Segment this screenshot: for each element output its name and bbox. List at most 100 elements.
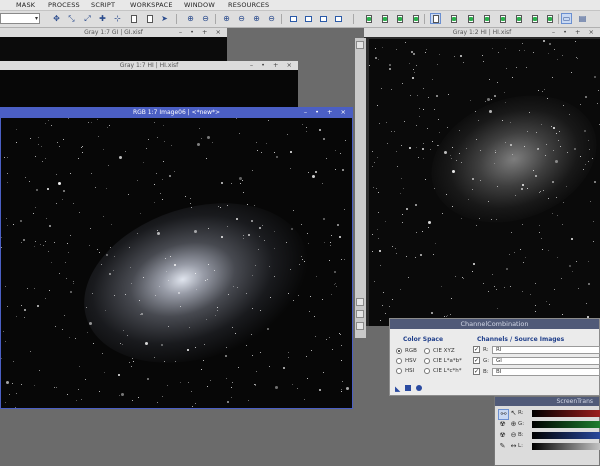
window-title-bar[interactable]: RGB 1:7 Image06 | <*new*> – • + × [1, 108, 352, 117]
readout-options-icon[interactable] [544, 13, 555, 24]
window-title-bar[interactable]: Gray 1:7 GI | GI.xisf – • + × [0, 28, 227, 37]
window-title-bar[interactable]: Gray 1:2 HI | HI.xisf – • + × [364, 28, 600, 37]
channel-combination-panel[interactable]: ChannelCombination Color Space Channels … [389, 318, 600, 396]
readout-icon[interactable] [529, 13, 540, 24]
zoom-half-icon[interactable]: ⊖ [236, 13, 247, 24]
star-dot [302, 259, 303, 260]
image-canvas[interactable] [369, 39, 600, 326]
channel-b-checkbox[interactable]: ✓ [473, 368, 480, 375]
star-dot [539, 192, 540, 193]
panel-title-bar[interactable]: ScreenTrans [495, 397, 599, 406]
preview-icon[interactable] [288, 13, 299, 24]
star-dot [387, 143, 388, 144]
mask-enable-icon[interactable] [379, 13, 390, 24]
image-window-hi-small[interactable]: Gray 1:7 HI | HI.xisf – • + × [0, 61, 298, 111]
mask-invert-icon[interactable] [394, 13, 405, 24]
zoom-icon[interactable]: ⊕ [509, 420, 518, 429]
save-icon[interactable]: ▤ [577, 13, 588, 24]
menu-workspace[interactable]: WORKSPACE [130, 1, 173, 9]
window-buttons[interactable]: – • + × [179, 28, 224, 37]
star-dot [293, 210, 294, 211]
mask-show-icon[interactable] [363, 13, 374, 24]
move-icon[interactable]: ⊹ [112, 13, 123, 24]
stf-slider-b[interactable] [532, 432, 600, 439]
new-image-icon[interactable] [128, 13, 139, 24]
menu-window[interactable]: WINDOW [184, 1, 215, 9]
menu-process[interactable]: PROCESS [48, 1, 80, 9]
pointer-icon[interactable]: ➤ [159, 13, 170, 24]
stf-slider-l[interactable] [532, 443, 600, 450]
stf-reset-icon[interactable] [481, 13, 492, 24]
duplicate-image-icon[interactable] [144, 13, 155, 24]
stf-icon[interactable] [430, 13, 441, 24]
star-dot [274, 152, 275, 153]
radio-hsv[interactable] [396, 358, 402, 364]
stf-invert-icon[interactable] [497, 13, 508, 24]
zoom-out-icon[interactable]: ⊖ [200, 13, 211, 24]
new-instance-icon[interactable]: ◣ [395, 385, 400, 393]
edit-icon[interactable]: ✎ [498, 442, 507, 451]
side-tool-button[interactable] [356, 322, 364, 330]
preview-new-icon[interactable] [318, 13, 329, 24]
source-image-r-field[interactable]: RI [492, 346, 600, 354]
window-title-bar[interactable]: Gray 1:7 HI | HI.xisf – • + × [0, 61, 298, 70]
mask-remove-icon[interactable] [410, 13, 421, 24]
side-tool-button[interactable] [356, 41, 364, 49]
star-dot [542, 91, 543, 92]
pointer-icon[interactable]: ↖ [509, 409, 518, 418]
pan-icon[interactable]: ✚ [97, 13, 108, 24]
window-buttons[interactable]: – • + × [250, 61, 295, 70]
auto-stretch-icon[interactable]: ☢ [498, 420, 507, 429]
zoom-out-icon[interactable]: ⊖ [509, 431, 518, 440]
radio-cie-xyz[interactable] [424, 348, 430, 354]
star-dot [524, 50, 525, 51]
preview-delete-icon[interactable] [333, 13, 344, 24]
menu-script[interactable]: SCRIPT [91, 1, 115, 9]
image-window-hi-right[interactable]: Gray 1:2 HI | HI.xisf – • + × [364, 28, 600, 326]
channel-g-checkbox[interactable]: ✓ [473, 357, 480, 364]
window-buttons[interactable]: – • + × [304, 108, 349, 117]
apply-icon[interactable] [416, 385, 422, 391]
apply-global-icon[interactable] [405, 385, 411, 391]
view-selector-dropdown[interactable]: ▾ [0, 13, 40, 24]
screen-transfer-panel[interactable]: ScreenTrans ⚯ ↖ ☢ ⊕ ☢ ⊖ ✎ ↔ R: G: B: L: [494, 396, 600, 466]
star-dot [344, 209, 345, 210]
menu-resources[interactable]: RESOURCES [228, 1, 269, 9]
link-channels-icon[interactable]: ⚯ [498, 409, 509, 420]
image-canvas[interactable] [1, 118, 352, 408]
stf-slider-g[interactable] [532, 421, 600, 428]
channel-r-checkbox[interactable]: ✓ [473, 346, 480, 353]
image-canvas[interactable] [0, 70, 298, 111]
star-dot [546, 301, 547, 302]
fit-icon[interactable]: ⤡ [66, 13, 77, 24]
stf-link-icon[interactable] [448, 13, 459, 24]
stf-track-icon[interactable] [513, 13, 524, 24]
source-image-g-field[interactable]: GI [492, 357, 600, 365]
star-dot [73, 283, 74, 284]
zoom-full-icon[interactable]: ⊕ [251, 13, 262, 24]
panel-title-bar[interactable]: ChannelCombination [390, 319, 599, 329]
zoom-quarter-icon[interactable]: ⊖ [266, 13, 277, 24]
preview-edit-icon[interactable] [303, 13, 314, 24]
radio-cie-lab[interactable] [424, 358, 430, 364]
zoom-1-1-icon[interactable]: ⊕ [221, 13, 232, 24]
monitor-icon[interactable]: ▭ [561, 13, 572, 24]
side-tool-button[interactable] [356, 310, 364, 318]
stf-auto-icon[interactable] [465, 13, 476, 24]
zoom-fit-icon[interactable]: ⤢ [82, 13, 93, 24]
source-image-b-field[interactable]: BI [492, 368, 600, 376]
star-dot [545, 155, 546, 156]
radio-cie-lch[interactable] [424, 368, 430, 374]
radio-rgb[interactable] [396, 348, 402, 354]
zoom-in-icon[interactable]: ⊕ [185, 13, 196, 24]
stf-slider-r[interactable] [532, 410, 600, 417]
side-tool-button[interactable] [356, 298, 364, 306]
window-buttons[interactable]: – • + × [552, 28, 597, 37]
menu-mask[interactable]: MASK [16, 1, 35, 9]
reset-icon[interactable]: ☢ [498, 431, 507, 440]
fit-width-icon[interactable]: ↔ [509, 442, 518, 451]
star-dot [214, 270, 215, 271]
image-window-rgb[interactable]: RGB 1:7 Image06 | <*new*> – • + × [0, 107, 353, 409]
radio-hsi[interactable] [396, 368, 402, 374]
crosshair-icon[interactable]: ✥ [51, 13, 62, 24]
